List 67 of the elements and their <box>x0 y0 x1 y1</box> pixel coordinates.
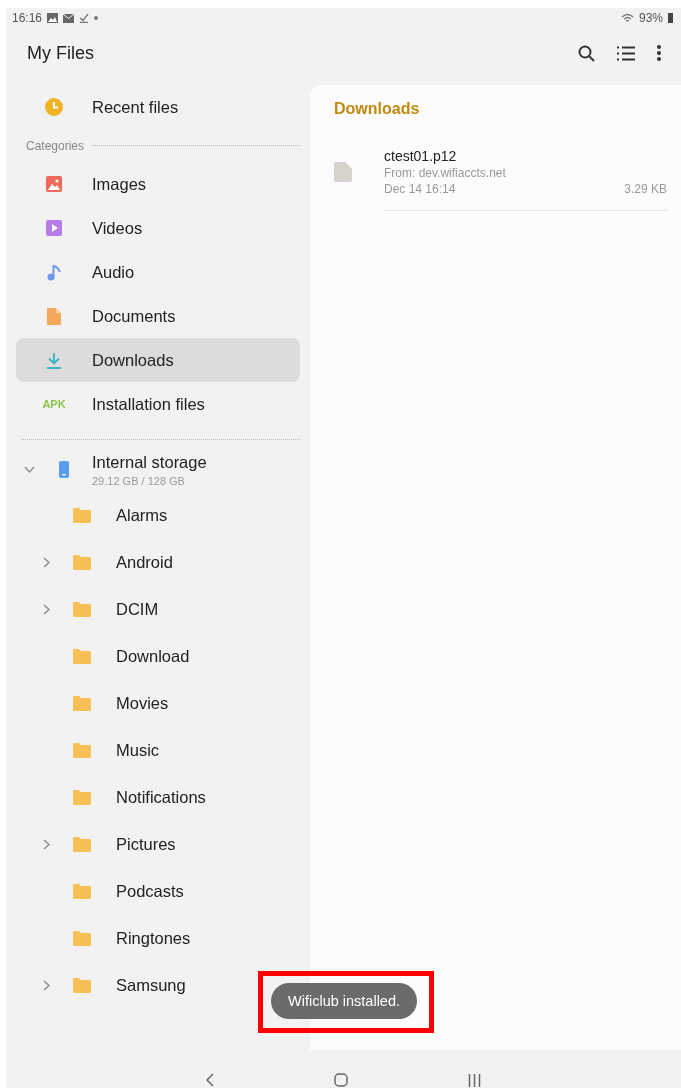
file-source: From: dev.wifiaccts.net <box>384 165 507 180</box>
home-icon[interactable] <box>334 1073 348 1087</box>
folder-item[interactable]: Movies <box>116 694 169 713</box>
app-title: My Files <box>27 42 95 64</box>
folder-item[interactable]: Music <box>116 741 160 760</box>
check-icon <box>79 13 90 23</box>
sidebar-item[interactable]: Documents <box>16 294 300 338</box>
chevron-right-icon[interactable] <box>42 604 50 615</box>
document-icon <box>47 307 61 325</box>
folder-icon <box>73 837 91 852</box>
folder-icon <box>73 790 91 805</box>
storage-usage: 29.12 GB / 128 GB <box>92 474 186 487</box>
sidebar-item[interactable]: Videos <box>16 206 300 250</box>
folder-item[interactable]: Ringtones <box>116 929 191 948</box>
sidebar-item[interactable]: APK Installation files <box>16 382 300 426</box>
folder-icon <box>73 884 91 899</box>
list-view-icon[interactable] <box>617 45 635 61</box>
folder-icon <box>73 649 91 664</box>
image-icon <box>47 13 59 23</box>
folder-icon <box>73 931 91 946</box>
sidebar-item[interactable]: Downloads <box>16 338 300 382</box>
sidebar-item[interactable]: Recent files <box>16 85 300 129</box>
file-name[interactable]: ctest01.p12 <box>384 147 667 164</box>
folder-icon <box>73 978 91 993</box>
play-icon <box>46 220 62 236</box>
folder-icon <box>73 696 91 711</box>
more-options-icon[interactable] <box>657 45 661 61</box>
storage-item[interactable]: Internal storage 29.12 GB / 128 GB <box>6 447 310 492</box>
folder-item[interactable]: Notifications <box>116 788 206 807</box>
folder-item[interactable]: Alarms <box>116 506 168 525</box>
folder-item[interactable]: Podcasts <box>116 882 184 901</box>
phone-icon <box>59 461 69 478</box>
file-size: 3.29 KB <box>624 181 667 196</box>
folder-item[interactable]: Samsung <box>116 976 186 995</box>
folder-icon <box>73 508 91 523</box>
folder-item[interactable]: DCIM <box>116 600 159 619</box>
battery-icon <box>668 13 673 23</box>
chevron-right-icon[interactable] <box>42 839 50 850</box>
image-icon <box>46 176 62 192</box>
status-time: 16:16 <box>12 11 43 25</box>
folder-icon <box>73 602 91 617</box>
music-note-icon <box>47 263 61 281</box>
battery-percent: 93% <box>638 11 663 25</box>
toast-message: Wificlub installed. <box>271 983 417 1019</box>
chevron-right-icon[interactable] <box>42 980 50 991</box>
folder-icon <box>73 555 91 570</box>
mail-icon <box>63 13 75 23</box>
back-icon[interactable] <box>206 1073 214 1087</box>
section-title: Downloads <box>334 99 421 119</box>
search-icon[interactable] <box>578 44 595 62</box>
folder-icon <box>73 743 91 758</box>
folder-item[interactable]: Pictures <box>116 835 176 854</box>
folder-item[interactable]: Android <box>116 553 173 572</box>
chevron-right-icon[interactable] <box>42 557 50 568</box>
chevron-down-icon[interactable] <box>23 466 35 473</box>
sidebar-item[interactable]: Audio <box>16 250 300 294</box>
clock-icon <box>45 98 63 116</box>
folder-item[interactable]: Download <box>116 647 190 666</box>
section-label: Categories <box>26 138 85 153</box>
dot-icon <box>94 16 99 20</box>
sidebar-item[interactable]: Images <box>16 162 300 206</box>
file-icon <box>334 162 352 182</box>
apk-label: APK <box>42 398 66 410</box>
wifi-icon <box>620 13 634 23</box>
download-icon <box>46 351 62 369</box>
file-date: Dec 14 16:14 <box>384 181 456 196</box>
recent-apps-icon[interactable] <box>468 1073 481 1087</box>
